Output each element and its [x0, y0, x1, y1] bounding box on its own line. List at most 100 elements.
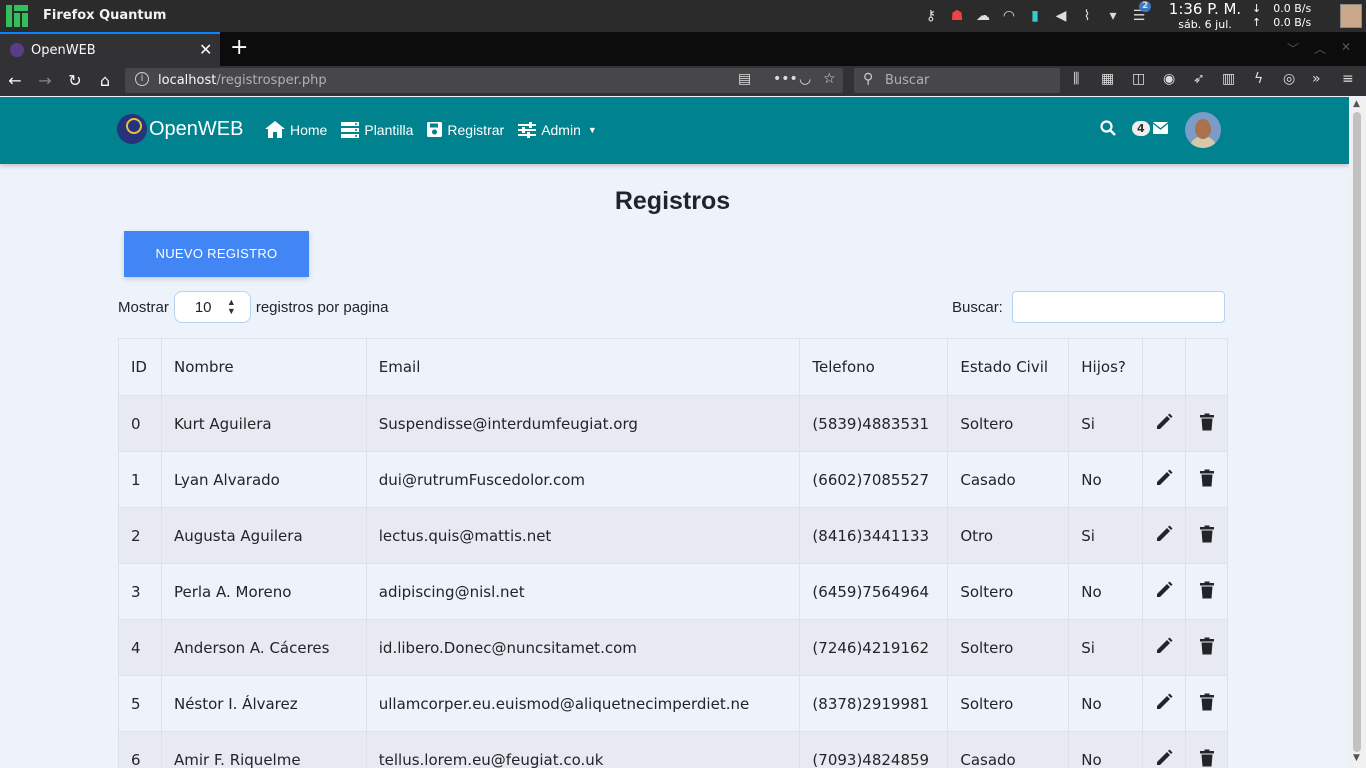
trash-icon[interactable]: [1198, 693, 1216, 711]
pencil-icon[interactable]: [1155, 581, 1173, 599]
pencil-icon[interactable]: [1155, 525, 1173, 543]
volume-icon[interactable]: ◀: [1052, 7, 1070, 25]
tab-bar: OpenWEB ✕ + ﹀ ︿ ✕: [0, 32, 1366, 66]
edit-cell: [1142, 731, 1187, 768]
cell-telefono: (5839)4883531: [799, 395, 949, 452]
addon-icon[interactable]: ◉: [1163, 71, 1175, 87]
cell-hijos: Si: [1068, 507, 1144, 564]
trash-icon[interactable]: [1198, 525, 1216, 543]
header-email[interactable]: Email: [365, 338, 801, 396]
search-label: Buscar:: [952, 298, 1003, 316]
page-size-select[interactable]: 10 ▲ ▼: [173, 291, 251, 323]
overflow-icon[interactable]: »: [1312, 71, 1321, 87]
reader-view-icon[interactable]: ▤: [738, 71, 751, 87]
close-tab-icon[interactable]: ✕: [199, 40, 212, 59]
nav-registrar[interactable]: Registrar: [427, 121, 504, 138]
table-row: 4 Anderson A. Cáceres id.libero.Donec@nunc…: [118, 619, 1228, 676]
menu-icon[interactable]: ≡: [1342, 71, 1354, 87]
trash-icon[interactable]: [1198, 581, 1216, 599]
browser-search-input[interactable]: [885, 72, 1045, 89]
header-hijos[interactable]: Hijos?: [1068, 338, 1144, 396]
url-text[interactable]: localhost/registrosper.php: [158, 73, 327, 88]
tab-openweb[interactable]: OpenWEB ✕: [0, 32, 220, 66]
delete-cell: [1185, 395, 1228, 452]
key-icon[interactable]: ⚷: [922, 7, 940, 25]
search-icon[interactable]: [1100, 120, 1116, 136]
trash-icon[interactable]: [1198, 413, 1216, 431]
cell-estado: Soltero: [947, 619, 1070, 676]
bolt-icon[interactable]: ϟ: [1254, 71, 1263, 87]
site-info-icon[interactable]: i: [135, 72, 149, 86]
search-icon: ⚲: [863, 71, 874, 87]
battery-icon[interactable]: ▮: [1026, 7, 1044, 25]
nav-home[interactable]: Home: [265, 121, 327, 138]
library-icon[interactable]: ⫼: [1073, 71, 1079, 87]
forward-icon[interactable]: →: [34, 70, 56, 92]
pencil-icon[interactable]: [1155, 413, 1173, 431]
clock[interactable]: 1:36 P. M. sáb. 6 jul.: [1168, 0, 1242, 32]
scroll-up-icon[interactable]: ▲: [1353, 99, 1360, 109]
header-nombre[interactable]: Nombre: [160, 338, 367, 396]
close-window-icon[interactable]: ✕: [1341, 40, 1351, 54]
records-table: ID Nombre Email Telefono Estado Civil Hi…: [118, 338, 1228, 768]
pencil-icon[interactable]: [1155, 469, 1173, 487]
extension-icon[interactable]: ▦: [1101, 71, 1114, 87]
table-search-input[interactable]: [1011, 291, 1225, 323]
header-id[interactable]: ID: [118, 338, 162, 396]
minimize-icon[interactable]: ﹀: [1287, 40, 1299, 57]
cell-id: 5: [118, 675, 162, 732]
site-brand[interactable]: OpenWEB: [117, 114, 243, 144]
user-avatar[interactable]: [1185, 112, 1221, 148]
page-title: Registros: [614, 187, 731, 215]
grid-icon[interactable]: ▥: [1222, 71, 1235, 87]
maximize-icon[interactable]: ︿: [1314, 40, 1326, 57]
notifications-icon[interactable]: ☰ 2: [1130, 1, 1152, 25]
pencil-icon[interactable]: [1155, 637, 1173, 655]
user-avatar-small[interactable]: [1340, 4, 1362, 28]
cloud-icon[interactable]: ☁: [974, 7, 992, 25]
page-size-suffix: registros por pagina: [255, 298, 389, 316]
back-icon[interactable]: ←: [4, 70, 26, 92]
envelope-icon[interactable]: [1152, 122, 1168, 134]
reload-icon[interactable]: ↻: [64, 70, 86, 92]
pencil-icon[interactable]: [1155, 693, 1173, 711]
paperclip-icon[interactable]: ⌇: [1078, 7, 1096, 25]
cell-nombre: Néstor I. Álvarez: [160, 675, 367, 732]
edit-cell: [1142, 675, 1187, 732]
cell-hijos: No: [1068, 563, 1144, 620]
wifi-icon[interactable]: ◠: [1000, 7, 1018, 25]
pocket-icon[interactable]: ◡: [799, 71, 811, 87]
dropdown-arrow-icon[interactable]: ▾: [1104, 7, 1122, 25]
scrollbar-thumb[interactable]: [1353, 112, 1361, 752]
browser-search-box[interactable]: ⚲: [854, 68, 1060, 93]
system-top-bar: Firefox Quantum ⚷ ☗ ☁ ◠ ▮ ◀ ⌇ ▾ ☰ 2 1:36 …: [0, 0, 1366, 32]
scroll-down-icon[interactable]: ▼: [1353, 753, 1360, 763]
trash-icon[interactable]: [1198, 749, 1216, 767]
trash-icon[interactable]: [1198, 469, 1216, 487]
navigation-toolbar: ← → ↻ ⌂ i localhost/registrosper.php ▤ •…: [0, 66, 1366, 96]
new-record-button[interactable]: NUEVO REGISTRO: [124, 231, 309, 277]
page-scrollbar[interactable]: ▲ ▼: [1349, 97, 1366, 768]
trash-icon[interactable]: [1198, 637, 1216, 655]
home-browser-icon[interactable]: ⌂: [94, 70, 116, 92]
cell-email: lectus.quis@mattis.net: [365, 507, 801, 564]
nav-admin[interactable]: Admin ▼: [518, 121, 597, 138]
send-icon[interactable]: ➶: [1193, 71, 1205, 87]
nav-plantilla[interactable]: Plantilla: [341, 121, 413, 138]
manjaro-logo-icon[interactable]: [6, 5, 28, 27]
clock-time: 1:36 P. M.: [1168, 0, 1242, 18]
sidebar-icon[interactable]: ◫: [1132, 71, 1145, 87]
new-tab-icon[interactable]: +: [230, 35, 248, 60]
url-bar[interactable]: i localhost/registrosper.php ▤ ••• ◡ ☆: [125, 68, 843, 93]
bookmark-star-icon[interactable]: ☆: [823, 71, 836, 87]
header-estado-civil[interactable]: Estado Civil: [947, 338, 1070, 396]
url-host: localhost: [158, 73, 217, 88]
pencil-icon[interactable]: [1155, 749, 1173, 767]
extension-2-icon[interactable]: ◎: [1283, 71, 1295, 87]
caret-down-icon: ▼: [587, 124, 597, 135]
network-speed: ↓ 0.0 B/s ↑ 0.0 B/s: [1252, 2, 1311, 30]
delete-cell: [1185, 619, 1228, 676]
ghost-icon[interactable]: ☗: [948, 7, 966, 25]
page-actions-icon[interactable]: •••: [773, 71, 798, 87]
header-telefono[interactable]: Telefono: [799, 338, 949, 396]
